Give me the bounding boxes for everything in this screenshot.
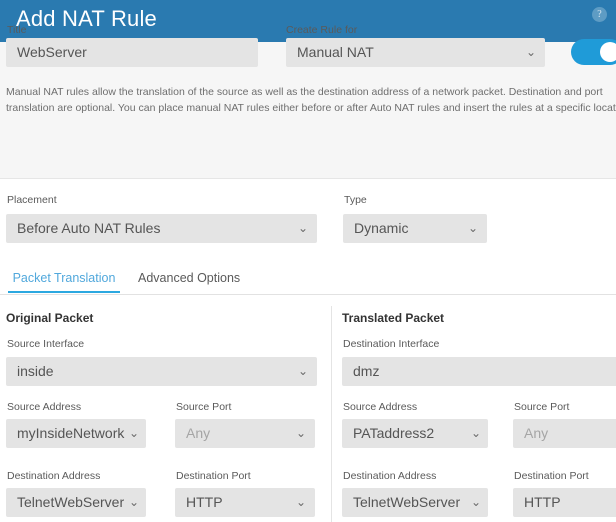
type-value: Dynamic <box>354 220 409 236</box>
source-port-value: Any <box>186 425 211 441</box>
translated-source-address-label: Source Address <box>343 401 418 413</box>
translated-destination-port-value: HTTP <box>524 494 561 510</box>
translated-destination-interface-label: Destination Interface <box>343 338 440 350</box>
help-icon[interactable]: ? <box>592 7 607 22</box>
title-input-value: WebServer <box>17 44 87 60</box>
source-address-select[interactable]: myInsideNetwork ⌄ <box>6 419 146 448</box>
dialog-title: Add NAT Rule <box>16 6 157 31</box>
translated-destination-address-value: TelnetWebServer <box>353 494 461 510</box>
title-input[interactable]: WebServer <box>6 38 258 67</box>
chevron-down-icon: ⌄ <box>128 426 139 440</box>
translated-destination-interface-value: dmz <box>353 363 380 379</box>
destination-port-label: Destination Port <box>176 470 251 482</box>
translated-destination-interface-select[interactable]: dmz <box>342 357 616 386</box>
translated-source-port-select[interactable]: Any <box>513 419 616 448</box>
source-port-label: Source Port <box>176 401 232 413</box>
destination-port-select[interactable]: HTTP ⌄ <box>175 488 315 517</box>
chevron-down-icon: ⌄ <box>525 45 536 59</box>
source-interface-label: Source Interface <box>7 338 85 350</box>
translated-packet-heading: Translated Packet <box>342 311 445 325</box>
destination-address-select[interactable]: TelnetWebServer ⌄ <box>6 488 146 517</box>
type-select[interactable]: Dynamic ⌄ <box>343 214 487 243</box>
chevron-down-icon: ⌄ <box>467 221 478 235</box>
placement-select[interactable]: Before Auto NAT Rules ⌄ <box>6 214 317 243</box>
translated-source-port-value: Any <box>524 425 549 441</box>
type-label: Type <box>344 194 367 206</box>
chevron-down-icon: ⌄ <box>297 221 308 235</box>
column-divider <box>331 306 332 522</box>
placement-value: Before Auto NAT Rules <box>17 220 161 236</box>
source-address-value: myInsideNetwork <box>17 425 125 441</box>
title-label: Title <box>7 24 27 36</box>
chevron-down-icon: ⌄ <box>295 426 306 440</box>
destination-address-label: Destination Address <box>7 470 101 482</box>
chevron-down-icon: ⌄ <box>470 495 481 509</box>
translated-source-address-select[interactable]: PATaddress2 ⌄ <box>342 419 488 448</box>
source-address-label: Source Address <box>7 401 82 413</box>
tab-packet-translation[interactable]: Packet Translation <box>8 265 120 293</box>
placement-label: Placement <box>7 194 57 206</box>
source-interface-value: inside <box>17 363 54 379</box>
enable-rule-toggle[interactable] <box>571 39 616 65</box>
original-packet-heading: Original Packet <box>6 311 94 325</box>
source-interface-select[interactable]: inside ⌄ <box>6 357 317 386</box>
create-rule-for-value: Manual NAT <box>297 44 374 60</box>
chevron-down-icon: ⌄ <box>470 426 481 440</box>
translated-destination-address-select[interactable]: TelnetWebServer ⌄ <box>342 488 488 517</box>
destination-port-value: HTTP <box>186 494 223 510</box>
translated-destination-address-label: Destination Address <box>343 470 437 482</box>
source-port-select[interactable]: Any ⌄ <box>175 419 315 448</box>
translated-destination-port-select[interactable]: HTTP <box>513 488 616 517</box>
create-rule-for-select[interactable]: Manual NAT ⌄ <box>286 38 545 67</box>
tab-bar: Packet Translation Advanced Options <box>0 265 616 295</box>
rule-description-text: Manual NAT rules allow the translation o… <box>6 86 616 114</box>
translated-source-address-value: PATaddress2 <box>353 425 435 441</box>
create-rule-for-label: Create Rule for <box>286 24 358 36</box>
add-nat-rule-dialog: Add NAT Rule ? Title WebServer Create Ru… <box>0 0 616 522</box>
translated-source-port-label: Source Port <box>514 401 570 413</box>
destination-address-value: TelnetWebServer <box>17 494 125 510</box>
translated-destination-port-label: Destination Port <box>514 470 589 482</box>
chevron-down-icon: ⌄ <box>128 495 139 509</box>
chevron-down-icon: ⌄ <box>297 364 308 378</box>
tab-advanced-options[interactable]: Advanced Options <box>138 265 240 292</box>
toggle-knob <box>600 42 616 62</box>
chevron-down-icon: ⌄ <box>295 495 306 509</box>
